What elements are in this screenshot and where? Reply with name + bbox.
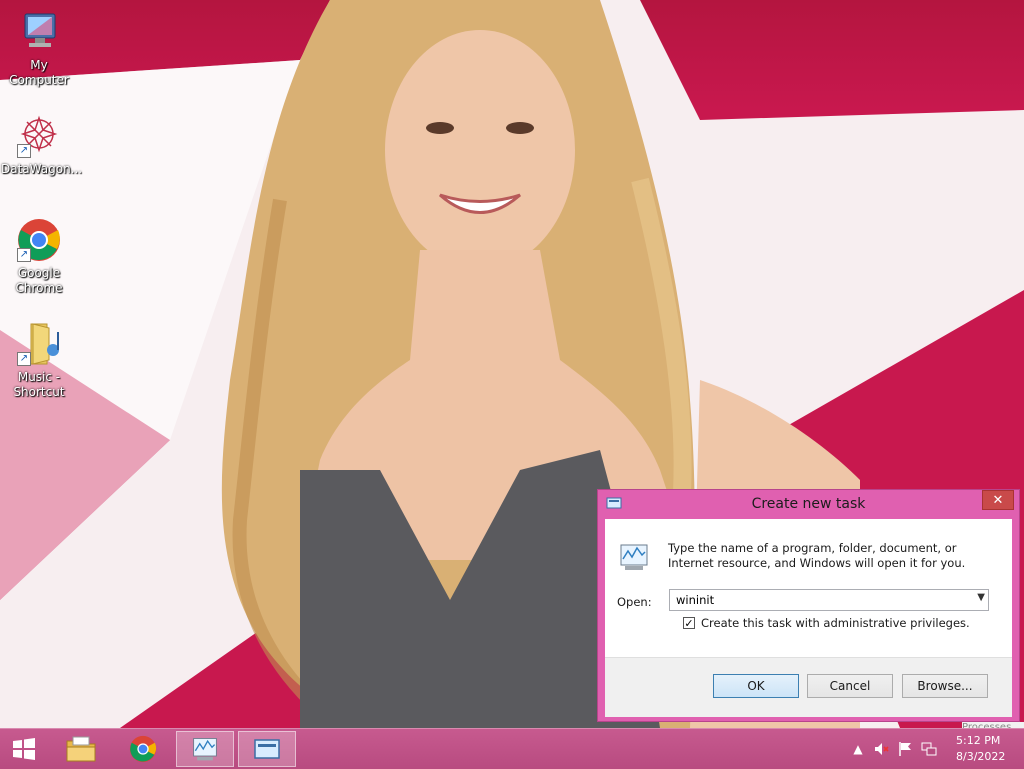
taskbar-task-manager[interactable] — [176, 731, 234, 767]
datawagon-icon: ↗ — [15, 112, 63, 160]
desktop-icon-label: Music - Shortcut — [13, 370, 65, 399]
file-explorer-icon — [66, 736, 96, 762]
dialog-titlebar[interactable]: Create new task ✕ — [598, 490, 1019, 518]
clock-time: 5:12 PM — [956, 734, 1001, 747]
task-manager-icon — [193, 738, 217, 761]
taskbar-run-dialog[interactable] — [238, 731, 296, 767]
chevron-down-icon[interactable]: ▼ — [977, 592, 985, 603]
taskbar-file-explorer[interactable] — [52, 731, 110, 767]
browse-button[interactable]: Browse... — [902, 674, 988, 698]
my-computer-icon — [15, 8, 63, 56]
desktop-icon-datawagon[interactable]: ↗ DataWagon... — [1, 112, 83, 177]
create-new-task-dialog: Create new task ✕ Type the name of a pro… — [597, 489, 1020, 722]
desktop-icon-label: DataWagon... — [1, 162, 83, 176]
taskbar: ▲ 5:12 PM 8/3/2022 — [0, 728, 1024, 769]
dialog-description: Type the name of a program, folder, docu… — [668, 541, 966, 570]
desktop-icon-music-shortcut[interactable]: ↗ Music - Shortcut — [1, 320, 77, 400]
close-button[interactable]: ✕ — [982, 490, 1014, 510]
desktop-icon-label: My Computer — [9, 58, 69, 87]
dialog-body: Type the name of a program, folder, docu… — [605, 519, 1012, 717]
shortcut-arrow-icon: ↗ — [17, 144, 31, 158]
system-clock[interactable]: 5:12 PM 8/3/2022 — [956, 733, 1024, 765]
ok-button[interactable]: OK — [713, 674, 799, 698]
cancel-button[interactable]: Cancel — [807, 674, 893, 698]
task-manager-icon — [620, 544, 648, 570]
run-dialog-icon — [254, 739, 280, 759]
start-button[interactable] — [0, 731, 48, 767]
dialog-button-bar: OK Cancel Browse... — [605, 657, 1012, 717]
start-icon — [13, 738, 35, 760]
shortcut-arrow-icon: ↗ — [17, 352, 31, 366]
admin-privileges-label[interactable]: Create this task with administrative pri… — [701, 616, 970, 630]
dialog-title: Create new task — [751, 496, 866, 512]
open-label: Open: — [617, 595, 652, 609]
music-folder-icon: ↗ — [15, 320, 63, 368]
admin-privileges-checkbox[interactable]: ✓ — [683, 617, 695, 629]
desktop-icon-my-computer[interactable]: My Computer — [1, 8, 77, 88]
chrome-icon — [129, 735, 157, 763]
action-center-flag-icon[interactable] — [897, 741, 913, 757]
clock-date: 8/3/2022 — [956, 750, 1006, 763]
desktop-icon-google-chrome[interactable]: ↗ Google Chrome — [1, 216, 77, 296]
network-icon[interactable] — [921, 741, 937, 757]
show-hidden-icons-button[interactable]: ▲ — [850, 741, 866, 757]
shortcut-arrow-icon: ↗ — [17, 248, 31, 262]
taskbar-chrome[interactable] — [114, 731, 172, 767]
volume-muted-icon[interactable] — [873, 741, 889, 757]
open-combobox[interactable]: wininit ▼ — [669, 589, 989, 611]
open-input[interactable]: wininit — [676, 593, 714, 607]
chrome-icon: ↗ — [15, 216, 63, 264]
desktop-icon-label: Google Chrome — [15, 266, 63, 295]
